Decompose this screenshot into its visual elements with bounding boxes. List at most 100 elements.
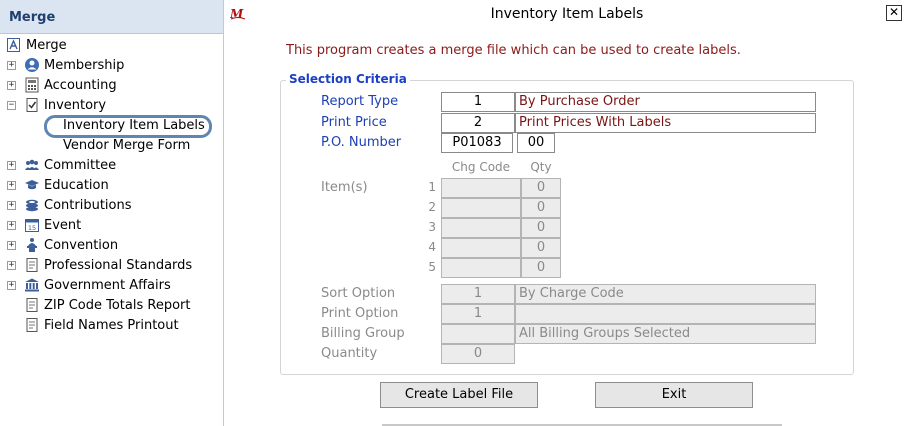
merge-icon (6, 37, 22, 53)
collapse-icon[interactable]: − (7, 101, 16, 110)
title-bar: M Inventory Item Labels ✕ (224, 0, 910, 30)
print-price-code-input[interactable]: 2 (441, 113, 515, 133)
tree-item-contributions[interactable]: Contributions (24, 195, 132, 215)
svg-text:15: 15 (28, 224, 36, 232)
report-type-description: By Purchase Order (515, 92, 816, 112)
sort-option-label: Sort Option (321, 286, 396, 301)
tree-item-accounting[interactable]: Accounting (24, 75, 117, 95)
item-row-number: 4 (428, 240, 436, 254)
expand-icon[interactable]: + (7, 81, 16, 90)
tree-item-membership[interactable]: Membership (24, 55, 124, 75)
po-number-input[interactable]: P01083 (441, 133, 513, 153)
expand-icon[interactable]: + (7, 181, 16, 190)
item-qty-input[interactable]: 0 (521, 178, 561, 198)
item-row-number: 1 (428, 180, 436, 194)
item-chg-code-input[interactable] (441, 178, 521, 198)
po-number-label: P.O. Number (321, 135, 402, 150)
selection-criteria-title: Selection Criteria (286, 72, 410, 86)
expand-icon[interactable]: + (7, 61, 16, 70)
item-qty-input[interactable]: 0 (521, 258, 561, 278)
membership-icon (24, 57, 40, 73)
items-label: Item(s) (321, 180, 368, 195)
intro-text: This program creates a merge file which … (286, 43, 741, 58)
tree-item-government-affairs[interactable]: Government Affairs (24, 275, 171, 295)
navigation-pane: Merge Merge + Membership + Accounting − … (0, 0, 224, 426)
tree-label: Vendor Merge Form (63, 137, 191, 153)
tree-item-professional-standards[interactable]: Professional Standards (24, 255, 192, 275)
report-type-label: Report Type (321, 94, 399, 109)
people-icon (24, 157, 40, 173)
exit-button[interactable]: Exit (595, 382, 753, 408)
item-chg-code-input[interactable] (441, 198, 521, 218)
print-option-code-input[interactable]: 1 (441, 304, 515, 324)
tree-label: Membership (44, 57, 125, 73)
selection-highlight (44, 115, 212, 138)
expand-icon[interactable]: + (7, 201, 16, 210)
document-icon (24, 257, 40, 273)
create-label-file-button[interactable]: Create Label File (380, 382, 538, 408)
po-number-suffix-input[interactable]: 00 (517, 133, 555, 153)
tree-item-merge[interactable]: Merge (6, 35, 67, 55)
quantity-input[interactable]: 0 (441, 344, 515, 364)
item-chg-code-input[interactable] (441, 218, 521, 238)
expand-icon[interactable]: + (7, 281, 16, 290)
tree-item-field-names-printout[interactable]: Field Names Printout (24, 315, 179, 335)
billing-group-description: All Billing Groups Selected (515, 324, 816, 344)
report-type-code-input[interactable]: 1 (441, 92, 515, 112)
item-qty-input[interactable]: 0 (521, 218, 561, 238)
expand-icon[interactable]: + (7, 221, 16, 230)
tree-label: Education (44, 177, 109, 193)
item-chg-code-input[interactable] (441, 238, 521, 258)
calendar-icon: 15 (24, 217, 40, 233)
item-row-number: 5 (428, 260, 436, 274)
item-row-number: 3 (428, 220, 436, 234)
tree-item-inventory[interactable]: Inventory (24, 95, 106, 115)
document-icon (24, 317, 40, 333)
qty-column-header: Qty (530, 160, 552, 174)
item-row-number: 2 (428, 200, 436, 214)
tree-label: ZIP Code Totals Report (44, 297, 191, 313)
coins-icon (24, 197, 40, 213)
government-building-icon (24, 277, 40, 293)
sort-option-code-input[interactable]: 1 (441, 284, 515, 304)
expand-icon[interactable]: + (7, 241, 16, 250)
billing-group-label: Billing Group (321, 326, 405, 341)
tree-label: Professional Standards (44, 257, 193, 273)
tree-label: Field Names Printout (44, 317, 179, 333)
tree-label: Inventory (44, 97, 107, 113)
document-icon (24, 297, 40, 313)
inventory-item-labels-dialog: M Inventory Item Labels ✕ This program c… (224, 0, 910, 426)
print-price-label: Print Price (321, 115, 387, 130)
billing-group-code-input[interactable] (441, 324, 515, 344)
tree-item-event[interactable]: 15 Event (24, 215, 81, 235)
tree-item-committee[interactable]: Committee (24, 155, 116, 175)
chg-code-column-header: Chg Code (451, 160, 511, 174)
tree-label: Contributions (44, 197, 132, 213)
item-chg-code-input[interactable] (441, 258, 521, 278)
expand-icon[interactable]: + (7, 161, 16, 170)
tree-item-education[interactable]: Education (24, 175, 109, 195)
tree-label: Event (44, 217, 82, 233)
checklist-icon (24, 97, 40, 113)
tree-label: Committee (44, 157, 117, 173)
tree-item-zip-code-totals-report[interactable]: ZIP Code Totals Report (24, 295, 191, 315)
tree-item-convention[interactable]: Convention (24, 235, 118, 255)
tree-label: Accounting (44, 77, 117, 93)
tree-label: Government Affairs (44, 277, 171, 293)
calculator-icon (24, 77, 40, 93)
dialog-title: Inventory Item Labels (490, 6, 644, 22)
quantity-label: Quantity (321, 346, 378, 361)
speaker-podium-icon (24, 237, 40, 253)
nav-header: Merge (0, 0, 223, 34)
print-option-label: Print Option (321, 306, 399, 321)
close-button[interactable]: ✕ (886, 5, 902, 21)
sort-option-description: By Charge Code (515, 284, 816, 304)
item-qty-input[interactable]: 0 (521, 238, 561, 258)
tree-label: Merge (26, 37, 67, 53)
expand-icon[interactable]: + (7, 261, 16, 270)
graduation-cap-icon (24, 177, 40, 193)
tree-item-vendor-merge-form[interactable]: Vendor Merge Form (63, 135, 190, 155)
item-qty-input[interactable]: 0 (521, 198, 561, 218)
tree-label: Convention (44, 237, 119, 253)
print-option-description (515, 304, 816, 324)
